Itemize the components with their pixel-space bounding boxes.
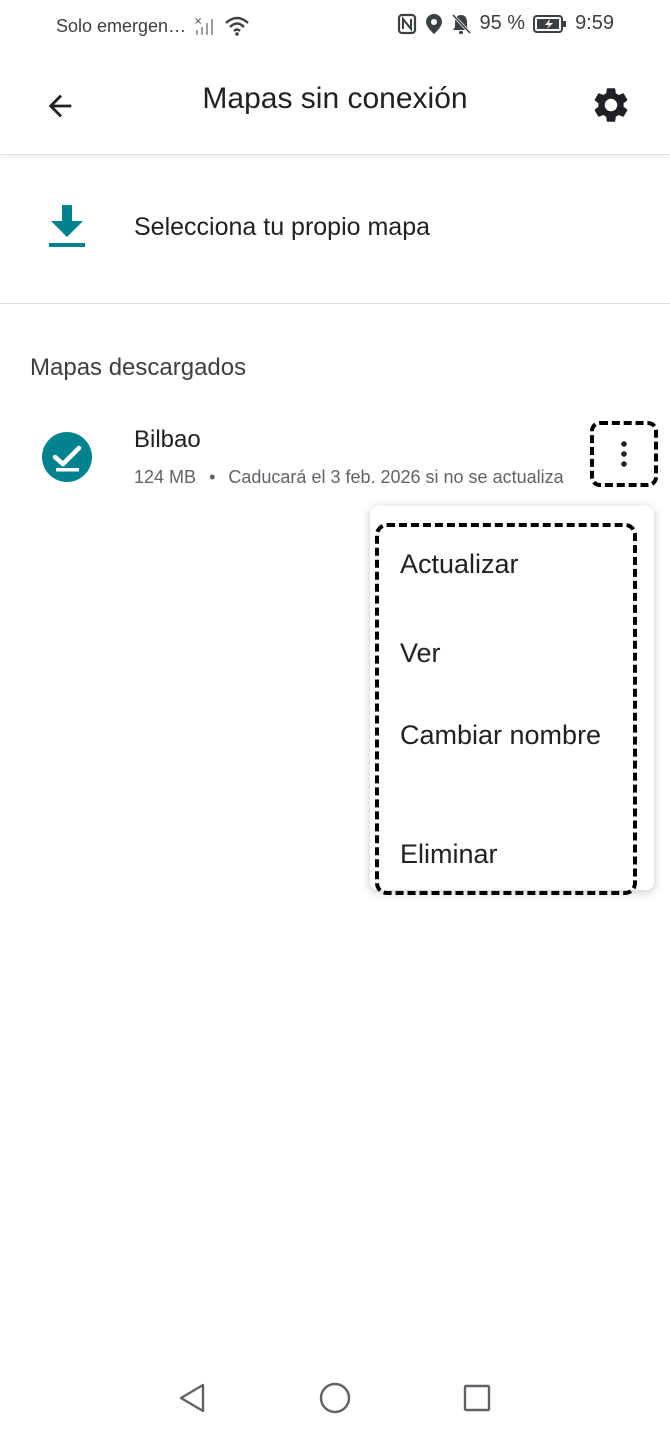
nfc-icon: [397, 13, 417, 35]
status-right: 95 % 9:59: [397, 12, 614, 35]
battery-icon: [533, 14, 567, 34]
triangle-back-icon: [179, 1383, 205, 1413]
select-own-map-label: Selecciona tu propio mapa: [134, 213, 431, 241]
clock-time: 9:59: [575, 12, 614, 34]
carrier-text: Solo emergen…: [56, 15, 187, 36]
status-bar: Solo emergen… × 95 % 9:59: [0, 0, 670, 52]
menu-item-view[interactable]: Ver: [400, 635, 630, 672]
menu-item-delete[interactable]: Eliminar: [400, 836, 630, 873]
select-own-map-row[interactable]: Selecciona tu propio mapa: [0, 155, 670, 304]
map-size: 124 MB: [134, 467, 197, 487]
more-vert-icon: [621, 441, 627, 467]
meta-separator: •: [209, 467, 216, 487]
nav-back-button[interactable]: [172, 1378, 212, 1418]
settings-button[interactable]: [586, 80, 636, 130]
signal-icon: ×: [194, 15, 216, 37]
circle-home-icon: [319, 1382, 351, 1414]
nav-recents-button[interactable]: [457, 1378, 497, 1418]
map-name: Bilbao: [134, 426, 201, 453]
section-header-downloaded: Mapas descargados: [30, 354, 247, 381]
check-circle-icon: [42, 432, 92, 482]
overflow-menu: Actualizar Ver Cambiar nombre Eliminar: [370, 506, 654, 895]
menu-item-update[interactable]: Actualizar: [400, 546, 630, 583]
location-icon: [425, 13, 443, 35]
downloaded-map-item[interactable]: Bilbao 124 MB • Caducará el 3 feb. 2026 …: [0, 410, 670, 500]
wifi-icon: [224, 15, 250, 37]
system-nav-bar: [0, 1360, 670, 1434]
menu-item-rename[interactable]: Cambiar nombre: [400, 717, 630, 754]
nav-home-button[interactable]: [315, 1378, 355, 1418]
mute-bell-icon: [451, 13, 472, 35]
status-left: Solo emergen… ×: [56, 15, 250, 37]
more-options-button[interactable]: [590, 421, 658, 487]
map-expiry: Caducará el 3 feb. 2026 si no se actuali…: [228, 467, 564, 487]
battery-percent: 95 %: [479, 12, 526, 34]
square-recents-icon: [463, 1384, 491, 1412]
app-bar: Mapas sin conexión: [0, 52, 670, 155]
gear-icon: [594, 88, 628, 122]
download-icon: [49, 205, 85, 247]
map-meta: 124 MB • Caducará el 3 feb. 2026 si no s…: [134, 467, 564, 488]
page-title: Mapas sin conexión: [202, 82, 468, 115]
svg-text:×: ×: [194, 16, 202, 27]
